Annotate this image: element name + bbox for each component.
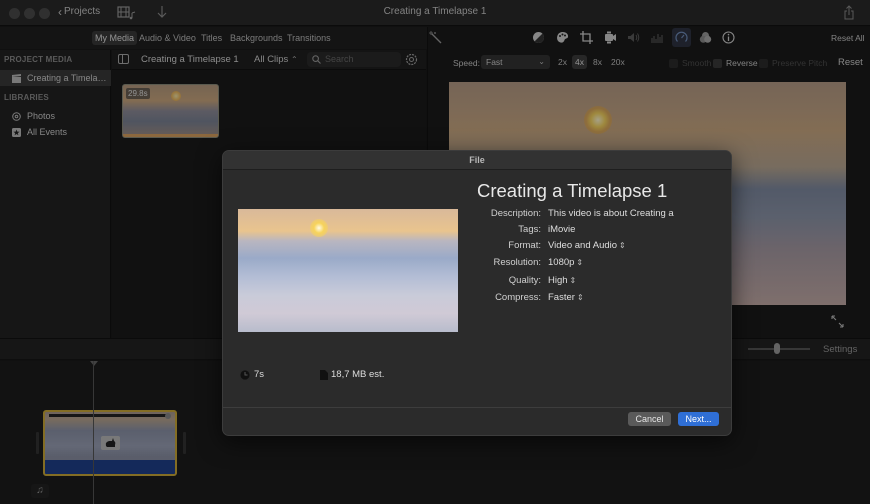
- dialog-title: File: [469, 155, 485, 165]
- compress-select[interactable]: Faster ⇕: [548, 292, 584, 303]
- size-info: 18,7 MB est.: [320, 369, 384, 380]
- quality-select[interactable]: High ⇕: [548, 275, 576, 286]
- format-value: Video and Audio: [548, 240, 618, 251]
- resolution-label: Resolution:: [493, 257, 541, 268]
- format-label: Format:: [508, 240, 541, 251]
- tags-field[interactable]: iMovie: [548, 224, 575, 235]
- export-preview-thumbnail: [238, 209, 458, 332]
- tags-label: Tags:: [518, 224, 541, 235]
- stepper-icon: ⇕: [569, 276, 577, 285]
- resolution-select[interactable]: 1080p ⇕: [548, 257, 583, 268]
- description-field[interactable]: This video is about Creating a: [548, 208, 674, 219]
- dialog-footer-divider: [223, 407, 731, 408]
- cancel-button[interactable]: Cancel: [628, 412, 671, 426]
- size-value: 18,7 MB est.: [331, 369, 385, 380]
- clock-icon: [240, 369, 250, 380]
- resolution-value: 1080p: [548, 257, 575, 268]
- sun-image-detail: [310, 219, 328, 237]
- compress-value: Faster: [548, 292, 575, 303]
- stepper-icon: ⇕: [619, 241, 626, 250]
- description-label: Description:: [490, 208, 541, 219]
- stepper-icon: ⇕: [576, 293, 584, 302]
- imovie-window: ‹ Projects Creating a Timelapse 1 My Med…: [0, 0, 870, 504]
- next-button[interactable]: Next...: [678, 412, 719, 426]
- quality-value: High: [548, 275, 568, 286]
- stepper-icon: ⇕: [576, 258, 584, 267]
- duration-info: 7s: [240, 369, 264, 380]
- format-select[interactable]: Video and Audio ⇕: [548, 240, 626, 251]
- duration-value: 7s: [254, 369, 265, 380]
- document-icon: [320, 369, 328, 380]
- project-title-field[interactable]: Creating a Timelapse 1: [477, 180, 667, 202]
- compress-label: Compress:: [495, 292, 541, 303]
- quality-label: Quality:: [508, 275, 541, 286]
- export-file-dialog: File Creating a Timelapse 1 Description:…: [222, 150, 732, 436]
